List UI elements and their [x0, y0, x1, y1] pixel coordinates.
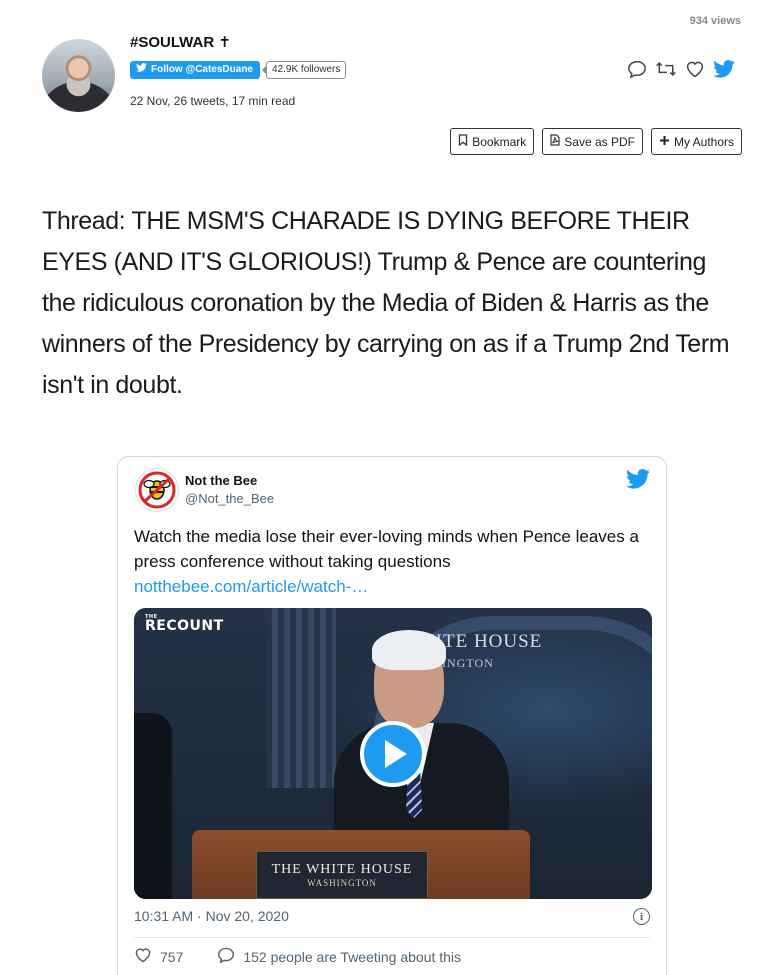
- heart-icon[interactable]: [685, 60, 705, 78]
- twitter-logo-icon[interactable]: [626, 469, 650, 494]
- share-actions: [627, 60, 735, 78]
- divider: [134, 937, 650, 938]
- podium-subtitle: WASHINGTON: [307, 878, 377, 888]
- thread-toolbar: Bookmark Save as PDF My Authors: [450, 128, 742, 155]
- embedded-tweet-stats: 757 152 people are Tweeting about this: [134, 947, 461, 966]
- save-pdf-button[interactable]: Save as PDF: [542, 128, 643, 155]
- play-button-icon[interactable]: [360, 721, 426, 787]
- follow-button[interactable]: Follow @CatesDuane: [130, 61, 260, 79]
- video-thumbnail[interactable]: WHITE HOUSE WASHINGTON THE WHITE HOUSE W…: [134, 608, 652, 899]
- twitter-share-icon[interactable]: [713, 60, 735, 78]
- bookmark-label: Bookmark: [472, 134, 527, 149]
- embedded-tweet[interactable]: Not the Bee @Not_the_Bee Watch the media…: [117, 456, 667, 975]
- thread-tweet-text: Thread: THE MSM'S CHARADE IS DYING BEFOR…: [42, 207, 730, 399]
- embedded-tweet-body: Watch the media lose their ever-loving m…: [134, 527, 639, 571]
- author-name[interactable]: #SOULWAR ✝: [130, 33, 231, 51]
- like-count[interactable]: 757: [160, 949, 183, 965]
- author-avatar[interactable]: [42, 39, 115, 112]
- recount-logo-text: RECOUNT: [145, 618, 224, 634]
- like-heart-icon[interactable]: [134, 947, 152, 966]
- reply-bubble-icon[interactable]: [217, 947, 235, 966]
- view-count: 934 views: [689, 15, 741, 27]
- thread-meta: 22 Nov, 26 tweets, 17 min read: [130, 94, 296, 108]
- tweeting-about-count[interactable]: 152 people are Tweeting about this: [243, 949, 461, 965]
- podium-sign: THE WHITE HOUSE WASHINGTON: [256, 851, 428, 899]
- embedded-tweet-text: Watch the media lose their ever-loving m…: [134, 524, 644, 599]
- bookmark-icon: [458, 134, 468, 149]
- follow-label: Follow @CatesDuane: [151, 64, 253, 75]
- followers-count: 42.9K followers: [261, 61, 347, 79]
- save-pdf-label: Save as PDF: [564, 134, 635, 149]
- plus-icon: [659, 135, 670, 149]
- background-figure: [134, 713, 172, 899]
- not-the-bee-logo-icon[interactable]: [135, 468, 179, 512]
- podium-title: THE WHITE HOUSE: [271, 862, 413, 877]
- recount-logo-small: THE: [145, 614, 158, 620]
- embedded-tweet-link[interactable]: notthebee.com/article/watch-…: [134, 574, 644, 599]
- embedded-tweet-handle[interactable]: @Not_the_Bee: [185, 491, 274, 506]
- follow-row: Follow @CatesDuane 42.9K followers: [130, 61, 347, 79]
- twitter-bird-icon: [136, 61, 147, 79]
- flag-graphic: [266, 608, 336, 788]
- my-authors-label: My Authors: [673, 134, 734, 149]
- my-authors-button[interactable]: My Authors: [650, 128, 742, 155]
- bookmark-button[interactable]: Bookmark: [450, 128, 535, 155]
- retweet-icon[interactable]: [655, 60, 677, 78]
- pdf-icon: [550, 134, 560, 149]
- recount-logo: THE RECOUNT: [145, 614, 224, 634]
- info-icon[interactable]: i: [633, 908, 650, 925]
- reply-icon[interactable]: [627, 60, 647, 78]
- embedded-tweet-timestamp[interactable]: 10:31 AM · Nov 20, 2020: [134, 908, 289, 924]
- embedded-tweet-author-name[interactable]: Not the Bee: [185, 473, 257, 488]
